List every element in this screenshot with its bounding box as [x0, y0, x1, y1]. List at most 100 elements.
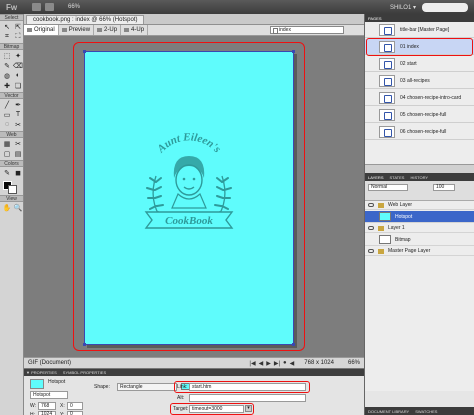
eraser-tool-icon[interactable]: ⌫ [13, 61, 23, 70]
width-field[interactable]: 768 [38, 402, 56, 410]
step-back-button[interactable]: ◀ [290, 360, 295, 367]
brush-tool-icon[interactable]: ✎ [2, 61, 12, 70]
stroke-color-icon[interactable]: ✎ [2, 168, 12, 177]
document-tab-bar: cookbook.png : index @ 66% (Hotspot) [24, 14, 364, 25]
stamp-tool-icon[interactable]: ✚ [2, 81, 12, 90]
pointer-tool-icon[interactable]: ↖ [2, 22, 12, 31]
blend-mode-dropdown[interactable]: Normal [368, 184, 408, 191]
page-selector-dropdown[interactable]: index [270, 26, 344, 34]
page-export-checkbox[interactable] [368, 26, 376, 34]
page-row-master[interactable]: title-bar [Master Page] [365, 22, 474, 38]
magic-wand-tool-icon[interactable]: ✦ [13, 51, 23, 60]
play-button[interactable]: ▶ [266, 360, 271, 367]
line-tool-icon[interactable]: ╱ [2, 100, 12, 109]
page-row-all-recipes[interactable]: 03 all-recipes [365, 73, 474, 89]
tab-document-library[interactable]: DOCUMENT LIBRARY [368, 409, 409, 414]
layer-row-hotspot[interactable]: Hotspot [365, 211, 474, 223]
document-tab[interactable]: cookbook.png : index @ 66% (Hotspot) [26, 15, 145, 24]
page-row-recipe-full-05[interactable]: 05 chosen-recipe-full [365, 107, 474, 123]
workspace-switcher[interactable]: SHILO1 ▾ [390, 4, 416, 11]
subselect-tool-icon[interactable]: ⛶ [13, 32, 23, 41]
view-4up-tab[interactable]: 4-Up [121, 25, 149, 35]
blur-tool-icon[interactable]: ◍ [2, 71, 12, 80]
rectangle-tool-icon[interactable]: ▭ [2, 110, 12, 119]
fill-swatch[interactable] [8, 185, 17, 194]
tab-swatches[interactable]: SWATCHES [415, 409, 437, 414]
layer-row-master-page[interactable]: Master Page Layer [365, 247, 474, 256]
page-row-recipe-full-06[interactable]: 06 chosen-recipe-full [365, 124, 474, 140]
hotspot-handle-tr[interactable] [292, 50, 295, 53]
app-logo: Fw [6, 2, 18, 12]
link-highlight-box [174, 381, 310, 393]
y-field[interactable]: 0 [67, 411, 83, 415]
color-swatches[interactable] [3, 181, 20, 194]
crop-tool-icon[interactable]: ⌗ [2, 32, 12, 41]
page-export-checkbox[interactable] [368, 60, 376, 68]
pen-tool-icon[interactable]: ✒ [13, 100, 23, 109]
tab-layers[interactable]: LAYERS [368, 175, 384, 180]
layer-options: Normal 100 [365, 181, 474, 201]
document-dimensions[interactable]: 768 x 1024 [304, 360, 334, 366]
hide-hotspots-icon[interactable]: ▢ [2, 149, 12, 158]
slice-tool-icon[interactable]: ✂ [13, 139, 23, 148]
artboard-hotspot[interactable]: Aunt Eileen's CookBook [83, 50, 295, 346]
record-button[interactable]: ● [283, 360, 287, 367]
x-field[interactable]: 0 [67, 402, 83, 410]
zoom-icon[interactable] [45, 3, 54, 11]
document-zoom[interactable]: 66% [348, 360, 360, 366]
fill-color-icon[interactable]: ◼ [13, 168, 23, 177]
zoom-tool-icon[interactable]: 🔍 [13, 203, 23, 212]
show-hotspots-icon[interactable]: ▤ [13, 149, 23, 158]
page-export-checkbox[interactable] [368, 94, 376, 102]
search-input[interactable] [422, 2, 468, 12]
page-export-checkbox[interactable] [368, 77, 376, 85]
knife-tool-icon[interactable]: ✂ [13, 120, 23, 129]
visibility-eye-icon[interactable] [368, 203, 374, 207]
page-export-checkbox[interactable] [368, 128, 376, 136]
page-row-recipe-intro[interactable]: 04 chosen-recipe-intro-card [365, 90, 474, 106]
view-2up-tab[interactable]: 2-Up [94, 25, 122, 35]
page-export-checkbox[interactable] [368, 111, 376, 119]
first-frame-button[interactable]: |◀ [249, 360, 255, 367]
previous-frame-button[interactable]: ◀ [259, 360, 264, 367]
last-frame-button[interactable]: ▶| [274, 360, 280, 367]
hotspot-handle-tl[interactable] [83, 50, 86, 53]
tab-history[interactable]: HISTORY [410, 175, 428, 180]
hand-tool-icon[interactable]: ✋ [2, 203, 12, 212]
height-field[interactable]: 1024 [38, 411, 56, 415]
alt-field[interactable] [189, 394, 306, 402]
opacity-field[interactable]: 100 [433, 184, 455, 191]
hotspot-handle-bl[interactable] [83, 343, 86, 346]
page-thumbnail [379, 125, 395, 138]
hotspot-handle-br[interactable] [292, 343, 295, 346]
marquee-tool-icon[interactable]: ⬚ [2, 51, 12, 60]
view-original-tab[interactable]: Original [24, 25, 59, 35]
app-zoom-value[interactable]: 66% [68, 4, 80, 10]
visibility-eye-icon[interactable] [368, 226, 374, 230]
text-tool-icon[interactable]: T [13, 110, 23, 119]
scale-tool-icon[interactable]: ⇱ [13, 22, 23, 31]
document-format-label: GIF (Document) [28, 360, 72, 366]
tab-pages[interactable]: PAGES [368, 16, 382, 21]
layer-row-bitmap[interactable]: Bitmap [365, 234, 474, 246]
dodge-tool-icon[interactable]: ◐ [13, 71, 23, 80]
layer-row-layer1[interactable]: Layer 1 [365, 224, 474, 233]
properties-panel: ▼ PROPERTIES SYMBOL PROPERTIES Hotspot H… [24, 368, 364, 415]
shape-dropdown[interactable]: Rectangle [117, 383, 177, 391]
layer-row-web[interactable]: Web Layer [365, 201, 474, 210]
canvas-area[interactable]: Aunt Eileen's CookBook [24, 36, 364, 357]
freeform-tool-icon[interactable]: ◌ [2, 120, 12, 129]
logo-arc-text: Aunt Eileen's [154, 131, 223, 156]
visibility-eye-icon[interactable] [368, 249, 374, 253]
page-row-start[interactable]: 02 start [365, 56, 474, 72]
object-name-field[interactable]: Hotspot [30, 391, 68, 399]
tools-section-web: Web [0, 131, 23, 138]
tab-states[interactable]: STATES [390, 175, 405, 180]
layer-name: Hotspot [395, 213, 413, 220]
hotspot-tool-icon[interactable]: ▦ [2, 139, 12, 148]
layout-icon[interactable] [32, 3, 41, 11]
tab-properties[interactable]: ▼ PROPERTIES [26, 370, 57, 375]
replace-color-tool-icon[interactable]: ❏ [13, 81, 23, 90]
tab-symbol-properties[interactable]: SYMBOL PROPERTIES [63, 370, 106, 375]
view-preview-tab[interactable]: Preview [59, 25, 95, 35]
